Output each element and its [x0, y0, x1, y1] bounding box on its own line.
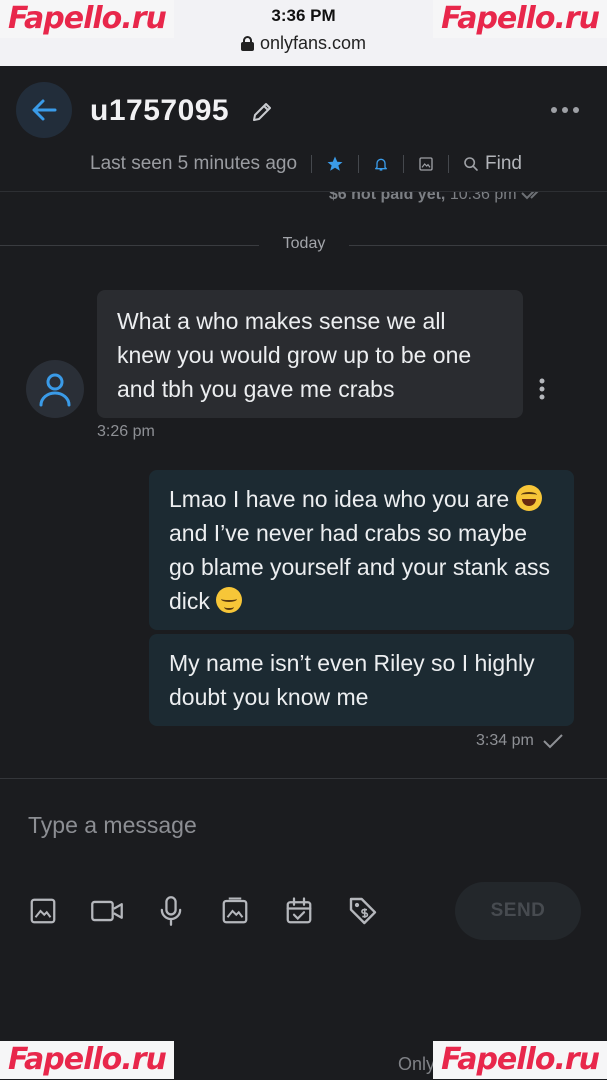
check-icon	[543, 734, 563, 749]
incoming-message-time: 3:26 pm	[97, 423, 155, 440]
day-divider-label: Today	[282, 235, 326, 252]
header-subrow: Last seen 5 minutes ago Find	[90, 151, 522, 177]
message-composer: SEND	[0, 778, 607, 1041]
set-price-button[interactable]	[346, 894, 380, 928]
outgoing-message-meta: 3:34 pm	[476, 732, 564, 750]
divider	[448, 155, 450, 173]
divider	[358, 155, 360, 173]
double-check-icon	[521, 192, 539, 200]
last-seen-text: Last seen 5 minutes ago	[90, 153, 298, 174]
message-input[interactable]	[12, 801, 582, 849]
vault-button[interactable]	[218, 894, 252, 928]
previous-message-time: 10:36 pm	[449, 192, 517, 203]
back-arrow-icon	[32, 99, 57, 121]
previous-message-status: $6 not paid yet, 10:36 pm	[329, 192, 547, 204]
message-list[interactable]: $6 not paid yet, 10:36 pm Today What a w…	[0, 192, 607, 778]
price-tag-icon	[349, 897, 377, 925]
add-image-button[interactable]	[26, 894, 60, 928]
composer-toolbar	[26, 891, 410, 931]
url-text: onlyfans.com	[259, 33, 367, 53]
search-icon[interactable]	[463, 156, 479, 172]
incoming-message-bubble[interactable]: What a who makes sense we all knew you w…	[97, 290, 523, 418]
message-options-icon[interactable]	[538, 378, 546, 400]
laughing-emoji-icon	[515, 485, 542, 511]
pencil-icon[interactable]	[250, 100, 274, 124]
avatar[interactable]	[26, 360, 84, 418]
watermark-logo: Fapello.ru	[0, 1041, 174, 1079]
chat-header: u1757095 Last seen 5 minutes ago Find	[0, 66, 607, 192]
back-button[interactable]	[16, 82, 72, 138]
calendar-icon	[286, 897, 312, 924]
star-icon[interactable]	[326, 155, 344, 173]
find-button[interactable]: Find	[485, 153, 522, 175]
microphone-icon	[160, 896, 182, 926]
message-text: Lmao I have no idea who you are	[169, 486, 510, 512]
schedule-button[interactable]	[282, 894, 316, 928]
add-video-button[interactable]	[90, 894, 124, 928]
watermark-logo: Fapello.ru	[433, 1041, 607, 1079]
image-icon	[30, 898, 56, 924]
day-divider: Today	[0, 234, 607, 256]
vault-icon	[222, 897, 248, 924]
watermark-logo: Fapello.ru	[433, 0, 607, 38]
relieved-emoji-icon	[216, 587, 243, 613]
payment-status: $6 not paid yet,	[328, 192, 446, 203]
divider	[403, 155, 405, 173]
watermark-logo: Fapello.ru	[0, 0, 174, 38]
more-icon[interactable]	[550, 106, 580, 114]
user-icon	[39, 373, 71, 407]
footer-text: Only	[398, 1054, 436, 1074]
lock-icon	[240, 36, 254, 51]
video-icon	[91, 900, 123, 922]
divider	[311, 155, 313, 173]
outgoing-message-bubble[interactable]: My name isn’t even Riley so I highly dou…	[149, 634, 574, 726]
send-button[interactable]: SEND	[455, 882, 581, 940]
outgoing-message-time: 3:34 pm	[476, 732, 534, 749]
outgoing-message-bubble[interactable]: Lmao I have no idea who you are and I’ve…	[149, 470, 574, 630]
chat-username: u1757095	[90, 94, 230, 127]
bell-icon[interactable]	[373, 155, 389, 173]
image-icon[interactable]	[418, 156, 434, 172]
voice-message-button[interactable]	[154, 894, 188, 928]
